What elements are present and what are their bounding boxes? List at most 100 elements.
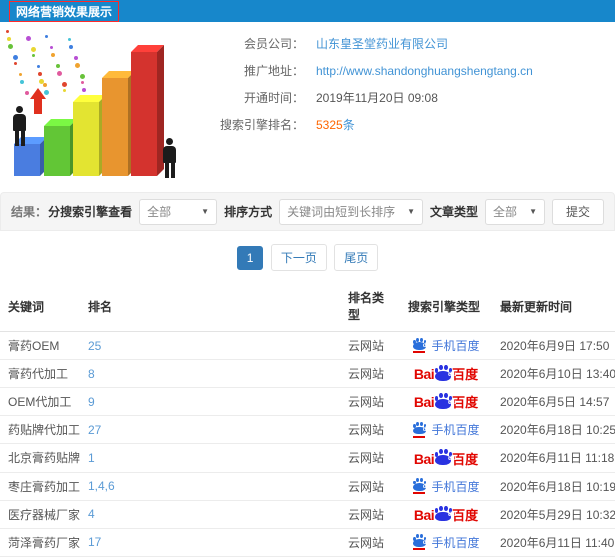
keyword-cell: 膏药OEM xyxy=(0,331,80,360)
baidu-paw-icon: du xyxy=(434,365,456,381)
rank-count-unit: 条 xyxy=(342,118,355,132)
rank-cell: 4 xyxy=(80,500,340,529)
update-time-cell: 2020年5月29日 10:32 xyxy=(492,500,615,529)
table-row: OEM代加工 9 云网站 Bai du 百度 2020年6月5日 14:57 xyxy=(0,387,615,417)
sort-value: 关键词由短到长排序 xyxy=(287,205,396,219)
page-button-current[interactable]: 1 xyxy=(236,246,264,270)
engine-filter-value: 全部 xyxy=(147,205,172,219)
confetti-dot xyxy=(82,88,86,92)
chevron-down-icon: ▼ xyxy=(201,207,210,216)
pagination: 1 下一页 尾页 xyxy=(0,244,615,271)
confetti-dot xyxy=(32,54,35,57)
rank-count-value: 5325条 xyxy=(316,117,355,134)
company-info-panel: 会员公司： 山东皇圣堂药业有限公司 推广地址： http://www.shand… xyxy=(192,26,615,188)
table-body: 膏药OEM 25 云网站 du 手机百度 2020年6月9日 17:50 膏药代加… xyxy=(0,331,615,557)
open-time-label: 开通时间： xyxy=(243,91,304,105)
mobile-baidu-badge: du 手机百度 xyxy=(412,478,480,495)
update-time-cell: 2020年6月5日 14:57 xyxy=(492,387,615,417)
top-section: 会员公司： 山东皇圣堂药业有限公司 推广地址： http://www.shand… xyxy=(0,22,615,188)
article-type-select[interactable]: 全部 ▼ xyxy=(485,198,545,225)
sort-select[interactable]: 关键词由短到长排序 ▼ xyxy=(279,198,424,225)
app-header: 网络营销效果展示 xyxy=(0,0,615,22)
confetti-dot xyxy=(13,55,18,60)
col-header-update-time: 最新更新时间 xyxy=(492,281,615,332)
rank-link[interactable]: 9 xyxy=(88,395,95,409)
info-row-company: 会员公司： 山东皇圣堂药业有限公司 xyxy=(192,36,615,53)
filter-controls: 分搜索引擎查看 全部 ▼ 排序方式 关键词由短到长排序 ▼ 文章类型 全部 ▼ … xyxy=(48,198,604,225)
rank-cell: 17 xyxy=(80,528,340,557)
confetti-dot xyxy=(80,74,85,79)
hero-bar xyxy=(44,119,77,176)
confetti-dot xyxy=(75,63,80,68)
chevron-down-icon: ▼ xyxy=(407,207,416,216)
businessman-left-icon xyxy=(13,106,26,146)
chevron-down-icon: ▼ xyxy=(529,207,537,216)
hero-chart-image xyxy=(0,26,192,186)
confetti-dot xyxy=(62,82,67,87)
confetti-dot xyxy=(56,64,60,68)
confetti-dot xyxy=(8,44,13,49)
engine-type-cell: Bai du 百度 xyxy=(400,443,492,473)
engine-filter-select[interactable]: 全部 ▼ xyxy=(139,198,218,225)
hero-bar xyxy=(14,137,47,176)
open-time-value: 2019年11月20日 09:08 xyxy=(316,91,438,105)
confetti-dot xyxy=(38,72,42,76)
confetti-dot xyxy=(51,53,55,57)
table-row: 北京膏药贴牌 1 云网站 Bai du 百度 2020年6月11日 11:18 xyxy=(0,443,615,473)
last-page-button[interactable]: 尾页 xyxy=(334,244,379,271)
confetti-dot xyxy=(37,65,40,68)
confetti-dot xyxy=(31,47,36,52)
update-time-cell: 2020年6月18日 10:25 xyxy=(492,415,615,445)
confetti-dot xyxy=(74,56,78,60)
update-time-cell: 2020年6月10日 13:40 xyxy=(492,359,615,389)
baidu-paw-icon: du xyxy=(412,478,430,491)
table-header-row: 关键词 排名 排名类型 搜索引擎类型 最新更新时间 xyxy=(0,281,615,332)
mobile-baidu-badge: du 手机百度 xyxy=(412,421,480,438)
info-row-rank-count: 搜索引擎排名： 5325条 xyxy=(192,117,615,134)
rank-cell: 9 xyxy=(80,387,340,417)
rank-link[interactable]: 4 xyxy=(88,507,95,521)
keyword-cell: 北京膏药贴牌 xyxy=(0,443,80,473)
promo-url-label: 推广地址： xyxy=(243,64,304,78)
engine-type-cell: du 手机百度 xyxy=(400,331,492,360)
company-link[interactable]: 山东皇圣堂药业有限公司 xyxy=(316,36,448,53)
next-page-button[interactable]: 下一页 xyxy=(270,244,327,271)
confetti-dot xyxy=(14,62,17,65)
info-row-url: 推广地址： http://www.shandonghuangshengtang.… xyxy=(192,63,615,80)
rank-link[interactable]: 27 xyxy=(88,423,101,437)
baidu-logo: Bai du 百度 xyxy=(413,505,479,523)
rank-type-cell: 云网站 xyxy=(340,500,400,529)
confetti-dot xyxy=(26,36,31,41)
confetti-dot xyxy=(19,73,22,76)
keyword-cell: 膏药代加工 xyxy=(0,359,80,389)
confetti-dot xyxy=(43,83,47,87)
engine-type-cell: Bai du 百度 xyxy=(400,359,492,389)
rank-cell: 1 xyxy=(80,443,340,473)
table-row: 医疗器械厂家 4 云网站 Bai du 百度 2020年5月29日 10:32 xyxy=(0,500,615,529)
company-label: 会员公司： xyxy=(243,37,304,51)
mobile-baidu-label: 手机百度 xyxy=(431,479,480,494)
rank-link[interactable]: 17 xyxy=(88,535,101,549)
hero-bar xyxy=(131,45,164,176)
keyword-cell: OEM代加工 xyxy=(0,387,80,417)
confetti-dot xyxy=(45,35,48,38)
promo-url-link[interactable]: http://www.shandonghuangshengtang.cn xyxy=(316,63,533,80)
baidu-paw-icon: du xyxy=(412,534,430,547)
table-row: 药贴牌代加工 27 云网站 du 手机百度 2020年6月18日 10:25 xyxy=(0,415,615,445)
confetti-dot xyxy=(50,46,53,49)
rank-link[interactable]: 25 xyxy=(88,339,101,353)
keyword-cell: 药贴牌代加工 xyxy=(0,415,80,445)
rank-link[interactable]: 8 xyxy=(88,367,95,381)
businessman-right-icon xyxy=(163,138,176,178)
rank-cell: 8 xyxy=(80,359,340,389)
rank-type-cell: 云网站 xyxy=(340,387,400,417)
col-header-rank: 排名 xyxy=(80,281,340,332)
rank-count-number: 5325 xyxy=(316,118,343,132)
mobile-baidu-label: 手机百度 xyxy=(431,339,480,353)
submit-button[interactable]: 提交 xyxy=(551,198,604,225)
baidu-paw-icon: du xyxy=(434,505,456,522)
mobile-baidu-label: 手机百度 xyxy=(431,423,480,438)
rank-link[interactable]: 1,4,6 xyxy=(88,479,115,493)
title-highlight-box: 网络营销效果展示 xyxy=(9,0,120,22)
rank-link[interactable]: 1 xyxy=(88,451,95,465)
